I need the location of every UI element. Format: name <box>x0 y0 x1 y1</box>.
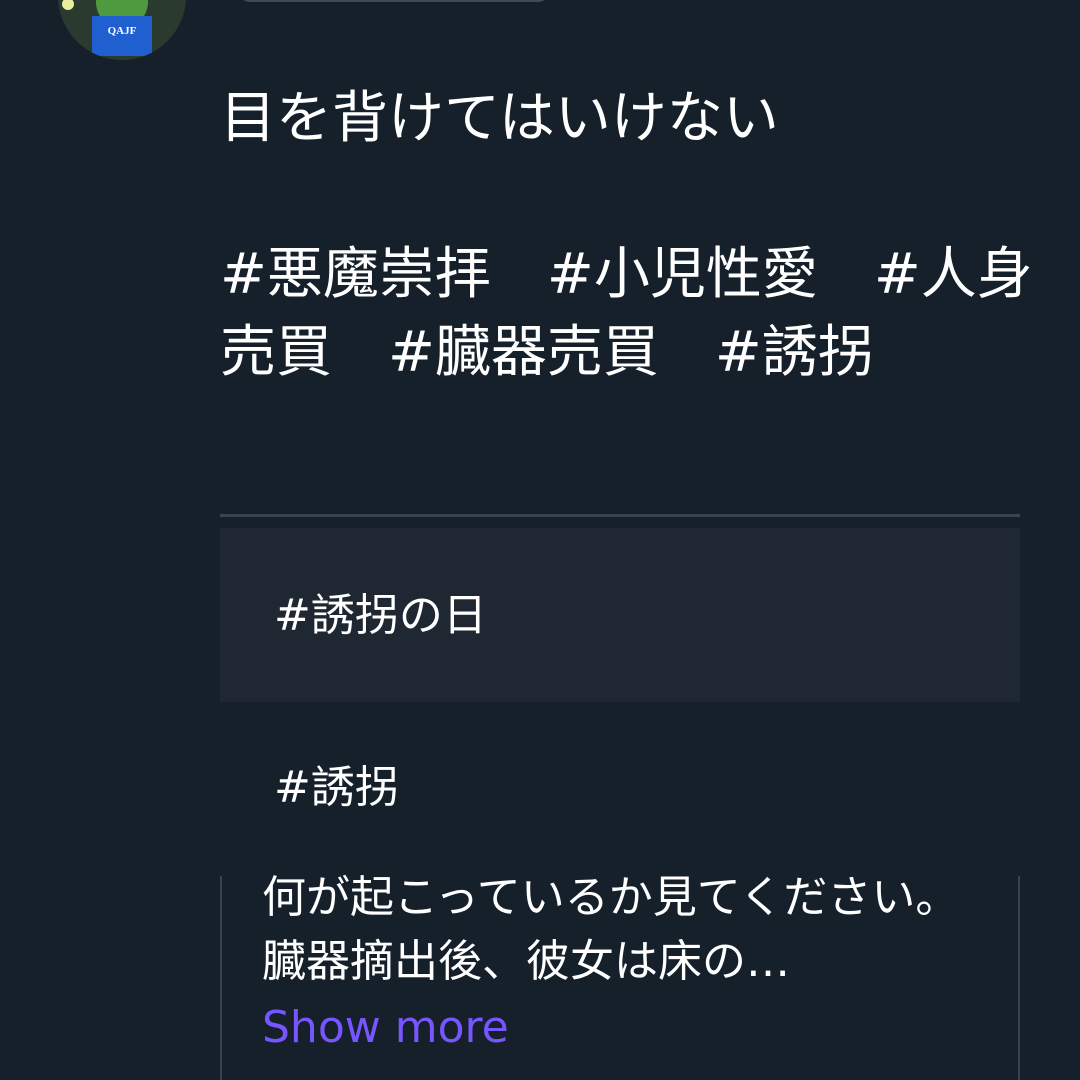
avatar-image-icon: QAJF <box>58 0 186 60</box>
post-text: 目を背けてはいけない #悪魔崇拝 #小児性愛 #人身売買 #臓器売買 #誘拐 <box>220 86 1033 385</box>
avatar-badge: QAJF <box>108 25 137 37</box>
top-action-pill[interactable] <box>238 0 550 2</box>
trend-item-1-label[interactable]: #誘拐の日 <box>274 588 487 644</box>
quote-text: 何が起こっているか見てください。臓器摘出後、彼女は床の… <box>262 872 960 987</box>
show-more-link[interactable]: Show more <box>262 998 509 1058</box>
trend-item-2-label[interactable]: #誘拐 <box>274 760 399 816</box>
avatar[interactable]: QAJF <box>58 0 186 60</box>
divider <box>220 514 1020 517</box>
